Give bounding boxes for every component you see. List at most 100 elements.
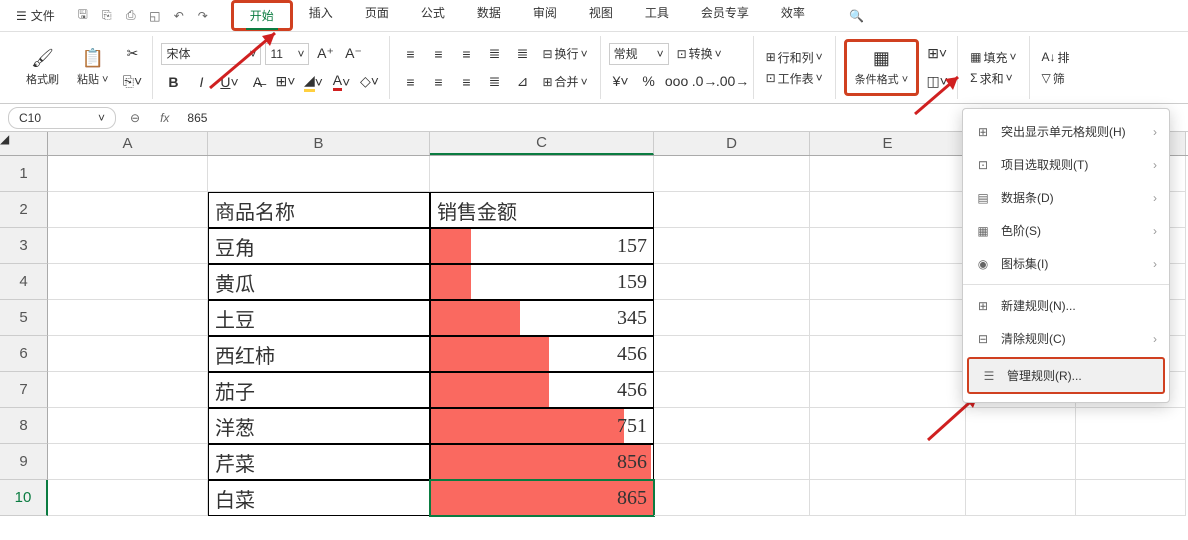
thousand-sep-icon[interactable]: ooo xyxy=(665,69,689,93)
rows-cols-button[interactable]: ⊞ 行和列˅ xyxy=(762,49,827,66)
cell[interactable] xyxy=(654,408,810,444)
cell[interactable] xyxy=(48,372,208,408)
paste-button[interactable]: 📋 粘贴 ˅ xyxy=(71,44,114,91)
preview-icon[interactable]: ◱ xyxy=(147,8,163,24)
merge-button[interactable]: ⊞ 合并˅ xyxy=(538,73,591,90)
orientation-icon[interactable]: ⊿ xyxy=(510,70,534,94)
align-center-icon[interactable]: ≡ xyxy=(426,70,450,94)
tab-page[interactable]: 页面 xyxy=(349,0,405,31)
menu-item[interactable]: ▦色阶(S)› xyxy=(963,214,1169,247)
cell[interactable]: 159 xyxy=(430,264,654,300)
row-header-5[interactable]: 5 xyxy=(0,300,48,336)
tab-insert[interactable]: 插入 xyxy=(293,0,349,31)
font-size-select[interactable]: 11˅ xyxy=(265,43,309,65)
cell-style-icon[interactable]: ◫˅ xyxy=(925,70,949,94)
align-right-icon[interactable]: ≡ xyxy=(454,70,478,94)
cell[interactable] xyxy=(810,156,966,192)
font-decrease-icon[interactable]: A⁻ xyxy=(341,42,365,66)
menu-item[interactable]: ⊞突出显示单元格规则(H)› xyxy=(963,115,1169,148)
col-header-c[interactable]: C xyxy=(430,132,654,155)
number-format-select[interactable]: 常规˅ xyxy=(609,43,669,65)
cell[interactable] xyxy=(810,264,966,300)
clear-format-icon[interactable]: ◇˅ xyxy=(357,70,381,94)
export-icon[interactable]: ⎘ xyxy=(99,8,115,24)
menu-item[interactable]: ▤数据条(D)› xyxy=(963,181,1169,214)
wrap-text-button[interactable]: ⊟ 换行˅ xyxy=(538,45,591,62)
search-icon[interactable]: 🔍 xyxy=(849,9,864,23)
fx-icon[interactable]: fx xyxy=(154,111,175,125)
indent-increase-icon[interactable]: ≣ xyxy=(510,42,534,66)
select-all-corner[interactable]: ◢ xyxy=(0,132,48,155)
tab-data[interactable]: 数据 xyxy=(461,0,517,31)
cell[interactable] xyxy=(654,444,810,480)
cell[interactable]: 销售金额 xyxy=(430,192,654,228)
fill-button[interactable]: ▦ 填充˅ xyxy=(966,49,1020,66)
name-box[interactable]: C10 ˅ xyxy=(8,107,116,129)
cell[interactable] xyxy=(654,228,810,264)
cell[interactable] xyxy=(810,408,966,444)
cell[interactable]: 洋葱 xyxy=(208,408,430,444)
cell[interactable]: 商品名称 xyxy=(208,192,430,228)
cell[interactable] xyxy=(810,444,966,480)
decimal-decrease-icon[interactable]: .00→ xyxy=(721,69,745,93)
tab-vip[interactable]: 会员专享 xyxy=(685,0,765,31)
undo-icon[interactable]: ↶ xyxy=(171,8,187,24)
cell[interactable] xyxy=(430,156,654,192)
cell[interactable]: 751 xyxy=(430,408,654,444)
percent-icon[interactable]: % xyxy=(637,69,661,93)
format-painter-button[interactable]: 🖌 格式刷 xyxy=(20,44,65,91)
underline-icon[interactable]: U˅ xyxy=(217,70,241,94)
strike-icon[interactable]: A̶ xyxy=(245,70,269,94)
cell[interactable] xyxy=(48,480,208,516)
menu-item[interactable]: ⊡项目选取规则(T)› xyxy=(963,148,1169,181)
cell[interactable] xyxy=(48,228,208,264)
row-header-7[interactable]: 7 xyxy=(0,372,48,408)
cell[interactable] xyxy=(48,264,208,300)
row-header-4[interactable]: 4 xyxy=(0,264,48,300)
col-header-b[interactable]: B xyxy=(208,132,430,155)
font-name-select[interactable]: 宋体˅ xyxy=(161,43,261,65)
align-middle-icon[interactable]: ≡ xyxy=(426,42,450,66)
cell[interactable] xyxy=(654,300,810,336)
save-icon[interactable]: 🖫 xyxy=(75,8,91,24)
decimal-increase-icon[interactable]: .0→ xyxy=(693,69,717,93)
cut-icon[interactable]: ✂ xyxy=(120,42,144,66)
menu-item[interactable]: ⊟清除规则(C)› xyxy=(963,322,1169,355)
menu-item[interactable]: ⊞新建规则(N)... xyxy=(963,289,1169,322)
convert-button[interactable]: ⊡ 转换˅ xyxy=(673,45,726,62)
cell[interactable]: 黄瓜 xyxy=(208,264,430,300)
cell[interactable] xyxy=(966,480,1076,516)
col-header-a[interactable]: A xyxy=(48,132,208,155)
redo-icon[interactable]: ↷ xyxy=(195,8,211,24)
cell[interactable] xyxy=(966,444,1076,480)
cell[interactable]: 白菜 xyxy=(208,480,430,516)
worksheet-button[interactable]: ⊡ 工作表˅ xyxy=(762,70,827,87)
fill-color-icon[interactable]: ◢˅ xyxy=(301,70,325,94)
cell[interactable] xyxy=(810,336,966,372)
cell[interactable] xyxy=(48,192,208,228)
cell[interactable] xyxy=(48,336,208,372)
cell[interactable] xyxy=(810,228,966,264)
tab-formula[interactable]: 公式 xyxy=(405,0,461,31)
cell[interactable] xyxy=(654,372,810,408)
cell[interactable] xyxy=(1076,480,1186,516)
row-header-10[interactable]: 10 xyxy=(0,480,48,516)
cell[interactable] xyxy=(48,300,208,336)
font-color-icon[interactable]: A˅ xyxy=(329,70,353,94)
menu-item[interactable]: ◉图标集(I)› xyxy=(963,247,1169,280)
cell[interactable]: 345 xyxy=(430,300,654,336)
cell[interactable] xyxy=(810,372,966,408)
row-header-9[interactable]: 9 xyxy=(0,444,48,480)
cell[interactable]: 865 xyxy=(430,480,654,516)
cell[interactable]: 157 xyxy=(430,228,654,264)
cell[interactable]: 土豆 xyxy=(208,300,430,336)
tab-efficiency[interactable]: 效率 xyxy=(765,0,821,31)
row-header-8[interactable]: 8 xyxy=(0,408,48,444)
file-menu[interactable]: ☰ 文件 xyxy=(8,4,63,28)
copy-icon[interactable]: ⎘˅ xyxy=(120,70,144,94)
tab-tools[interactable]: 工具 xyxy=(629,0,685,31)
align-left-icon[interactable]: ≡ xyxy=(398,70,422,94)
tab-view[interactable]: 视图 xyxy=(573,0,629,31)
tab-review[interactable]: 审阅 xyxy=(517,0,573,31)
cell[interactable] xyxy=(48,444,208,480)
